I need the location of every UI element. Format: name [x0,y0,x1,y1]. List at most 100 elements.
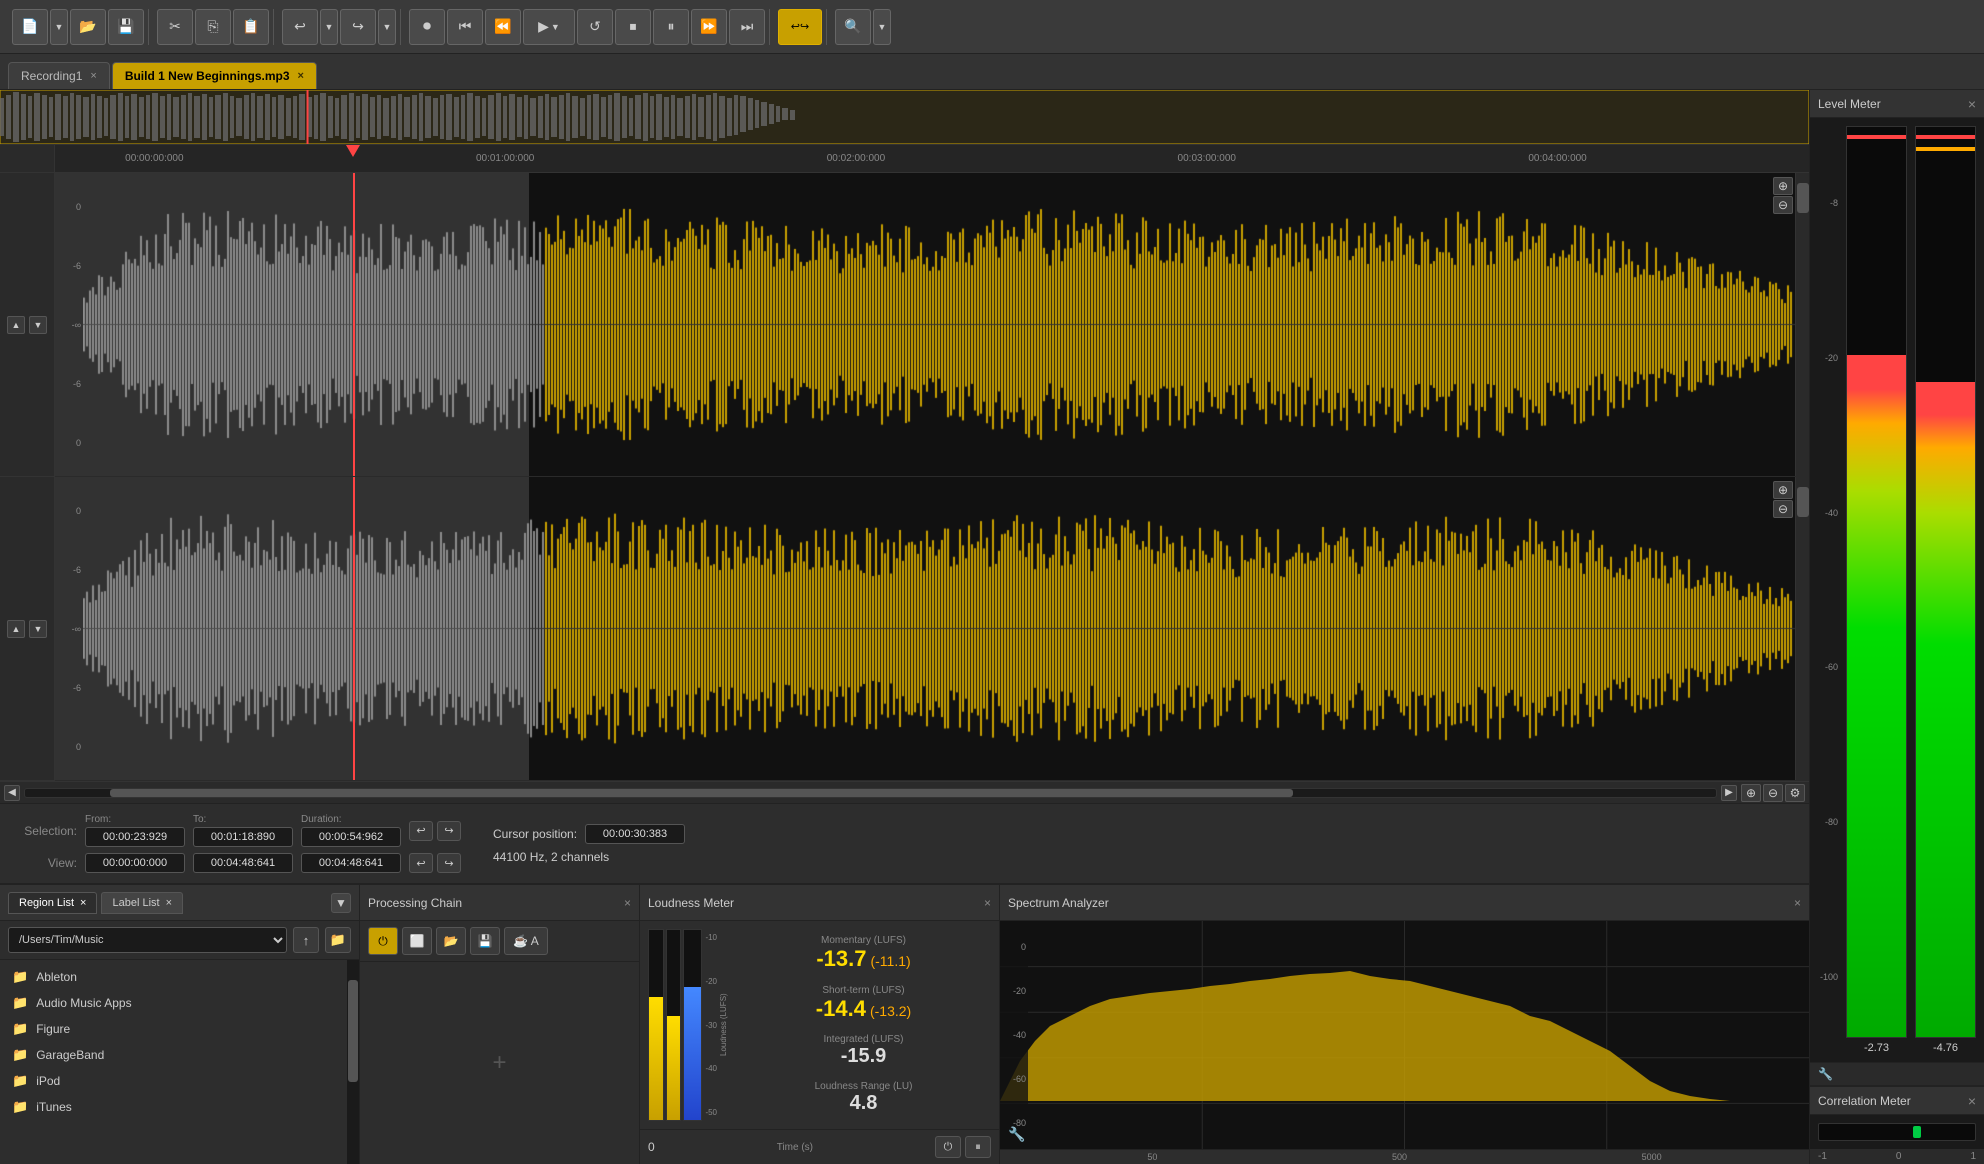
list-item[interactable]: 📁 GarageBand [0,1042,359,1068]
processing-close-button[interactable]: × [624,896,631,910]
proc-square-button[interactable]: ⬜ [402,927,432,955]
proc-power-button[interactable]: ⏻ [368,927,398,955]
proc-extra-button[interactable]: ☕ A [504,927,548,955]
overview-waveform[interactable] [0,90,1809,145]
tab-recording1[interactable]: Recording1 × [8,62,110,89]
path-select[interactable]: /Users/Tim/Music [8,927,287,953]
path-folder-button[interactable]: 📁 [325,927,351,953]
hscroll-zoom-out[interactable]: ⊖ [1763,784,1783,802]
loudness-close-button[interactable]: × [984,896,991,910]
open-button[interactable]: 📂 [70,9,106,45]
cut-button[interactable]: ✂ [157,9,193,45]
track-ctrl-icon-2[interactable]: ▼ [29,316,47,334]
view-duration-input[interactable] [301,853,401,873]
list-item[interactable]: 📁 iTunes [0,1094,359,1120]
view-start-input[interactable] [85,853,185,873]
play-button[interactable]: ▶ ▼ [523,9,575,45]
level-meter-tool-icon[interactable]: 🔧 [1818,1067,1833,1081]
file-list-scrollbar[interactable] [347,960,359,1164]
selection-from-input[interactable] [85,827,185,847]
new-dropdown-button[interactable]: ▼ [50,9,68,45]
view-redo-button[interactable]: ↪ [437,853,461,873]
paste-button[interactable]: 📋 [233,9,269,45]
track-ctrl-icon-1[interactable]: ▲ [7,316,25,334]
list-item[interactable]: 📁 Figure [0,1016,359,1042]
tab-build1-close[interactable]: × [298,70,304,82]
skip-end-button[interactable]: ⏭ [729,9,765,45]
search-dropdown-button[interactable]: ▼ [873,9,891,45]
rewind-button[interactable]: ⏪ [485,9,521,45]
zoom-in-2[interactable]: ⊕ [1773,481,1793,499]
save-button[interactable]: 💾 [108,9,144,45]
selection-col: Selection: From: To: Duration: [12,814,461,873]
view-undo-button[interactable]: ↩ [409,853,433,873]
zoom-in-1[interactable]: ⊕ [1773,177,1793,195]
hscroll-settings[interactable]: ⚙ [1785,784,1805,802]
correlation-label-0: 0 [1896,1151,1902,1162]
list-item[interactable]: 📁 iPod [0,1068,359,1094]
sel-redo-button[interactable]: ↪ [437,821,461,841]
processing-content[interactable]: + [360,962,639,1164]
track-ctrl-1: ▲ ▼ [0,173,54,477]
pause-button[interactable]: ⏸ [653,9,689,45]
range-group: Loudness Range (LU) 4.8 [736,1081,991,1115]
file-list[interactable]: 📁 Ableton 📁 Audio Music Apps 📁 Figure 📁 … [0,960,359,1164]
level-meter-close-button[interactable]: × [1968,96,1976,112]
copy-button[interactable]: ⎘ [195,9,231,45]
level-value-left: -2.73 [1864,1042,1889,1054]
panel-dropdown-button[interactable]: ▼ [331,893,351,913]
list-item[interactable]: 📁 Ableton [0,964,359,990]
view-end-input[interactable] [193,853,293,873]
editor-area: ▲ ▼ ▲ ▼ 00:00:00:000 00:01:00:000 00:02:… [0,90,1809,1164]
label-list-close[interactable]: × [166,897,172,909]
hscroll-right-button[interactable]: ▶ [1721,785,1737,801]
scrollbar-v-1[interactable] [1795,173,1809,476]
hscroll-zoom-in[interactable]: ⊕ [1741,784,1761,802]
track-2-waveform[interactable]: 0 -6 -∞ -6 0 ⊕ ⊖ [55,477,1809,781]
loudness-pause-button[interactable]: ⏸ [965,1136,991,1158]
redo-dropdown-button[interactable]: ▼ [378,9,396,45]
scrollbar-v-2[interactable] [1795,477,1809,780]
track-ctrl-icon-4[interactable]: ▼ [29,620,47,638]
spectrum-close-button[interactable]: × [1794,896,1801,910]
zoom-out-2[interactable]: ⊖ [1773,500,1793,518]
selection-to-input[interactable] [193,827,293,847]
loop-button[interactable]: ↺ [577,9,613,45]
ruler-mark-0: 00:00:00:000 [125,153,183,164]
selection-label: Selection: [12,824,77,838]
undo-button[interactable]: ↩ [282,9,318,45]
sel-undo-button[interactable]: ↩ [409,821,433,841]
new-button[interactable]: 📄 [12,9,48,45]
track-1-waveform[interactable]: 0 -6 -∞ -6 0 // Generate waveform bars -… [55,173,1809,477]
redo-button[interactable]: ↪ [340,9,376,45]
proc-save-button[interactable]: 💾 [470,927,500,955]
tab-region-list[interactable]: Region List × [8,892,97,914]
correlation-close-button[interactable]: × [1968,1093,1976,1109]
record-button[interactable]: ⏺ [409,9,445,45]
selection-duration-input[interactable] [301,827,401,847]
proc-open-button[interactable]: 📂 [436,927,466,955]
zoom-out-1[interactable]: ⊖ [1773,196,1793,214]
stop-button[interactable]: ⏹ [615,9,651,45]
list-item[interactable]: 📁 Audio Music Apps [0,990,359,1016]
loop-region-button[interactable]: ↩↪ [778,9,822,45]
hscroll-left-button[interactable]: ◀ [4,785,20,801]
undo-dropdown-button[interactable]: ▼ [320,9,338,45]
loudness-power-button[interactable]: ⏻ [935,1136,961,1158]
path-up-button[interactable]: ↑ [293,927,319,953]
region-list-close[interactable]: × [80,897,86,909]
tab-recording1-label: Recording1 [21,69,82,83]
skip-start-button[interactable]: ⏮ [447,9,483,45]
spectrum-content[interactable]: 0 -20 -40 -60 -80 🔧 [1000,921,1809,1149]
hscroll-track[interactable] [24,788,1717,798]
tab-label-list[interactable]: Label List × [101,892,183,914]
from-label: From: [85,814,185,825]
correlation-bar-area [1810,1115,1984,1149]
fast-forward-button[interactable]: ⏩ [691,9,727,45]
cursor-position-input[interactable] [585,824,685,844]
tab-recording1-close[interactable]: × [90,70,96,82]
tab-build1[interactable]: Build 1 New Beginnings.mp3 × [112,62,317,89]
search-button[interactable]: 🔍 [835,9,871,45]
spectrum-tool-icon[interactable]: 🔧 [1008,1126,1025,1143]
track-ctrl-icon-3[interactable]: ▲ [7,620,25,638]
